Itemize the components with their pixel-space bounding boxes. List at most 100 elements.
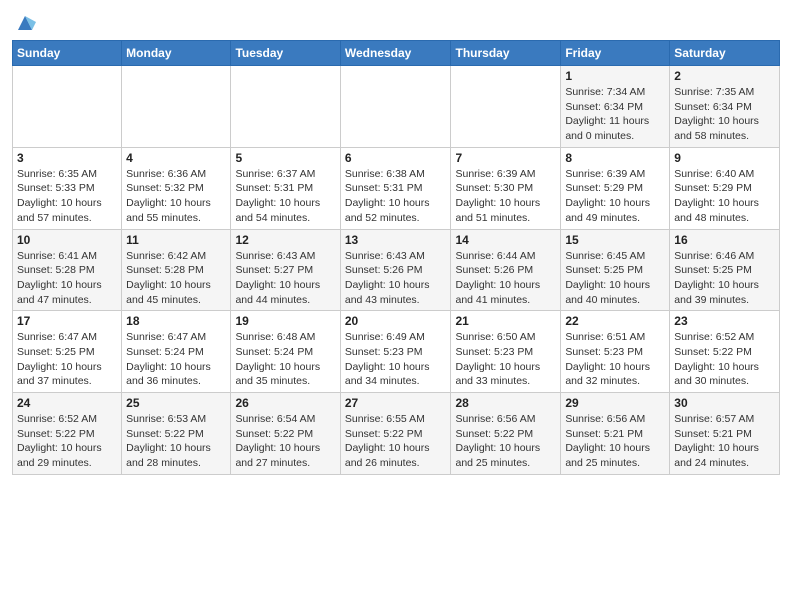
day-number: 11 — [126, 233, 226, 247]
day-number: 1 — [565, 69, 665, 83]
day-info: Sunrise: 6:44 AMSunset: 5:26 PMDaylight:… — [455, 249, 556, 308]
logo — [12, 14, 36, 34]
day-cell: 21 Sunrise: 6:50 AMSunset: 5:23 PMDayligh… — [451, 311, 561, 393]
day-cell: 9 Sunrise: 6:40 AMSunset: 5:29 PMDaylight… — [670, 147, 780, 229]
week-row-4: 24 Sunrise: 6:52 AMSunset: 5:22 PMDayligh… — [13, 393, 780, 475]
day-info: Sunrise: 6:50 AMSunset: 5:23 PMDaylight:… — [455, 330, 556, 389]
day-number: 24 — [17, 396, 117, 410]
day-cell: 18 Sunrise: 6:47 AMSunset: 5:24 PMDayligh… — [122, 311, 231, 393]
week-row-0: 1 Sunrise: 7:34 AMSunset: 6:34 PMDaylight… — [13, 66, 780, 148]
day-header-saturday: Saturday — [670, 41, 780, 66]
day-number: 26 — [235, 396, 335, 410]
day-info: Sunrise: 7:35 AMSunset: 6:34 PMDaylight:… — [674, 85, 775, 144]
day-number: 23 — [674, 314, 775, 328]
day-info: Sunrise: 6:49 AMSunset: 5:23 PMDaylight:… — [345, 330, 447, 389]
day-info: Sunrise: 6:42 AMSunset: 5:28 PMDaylight:… — [126, 249, 226, 308]
day-number: 18 — [126, 314, 226, 328]
day-header-sunday: Sunday — [13, 41, 122, 66]
day-number: 25 — [126, 396, 226, 410]
day-info: Sunrise: 6:47 AMSunset: 5:25 PMDaylight:… — [17, 330, 117, 389]
day-number: 27 — [345, 396, 447, 410]
day-info: Sunrise: 6:52 AMSunset: 5:22 PMDaylight:… — [17, 412, 117, 471]
day-cell: 28Sunrise: 6:56 AMSunset: 5:22 PMDayligh… — [451, 393, 561, 475]
day-info: Sunrise: 6:37 AMSunset: 5:31 PMDaylight:… — [235, 167, 335, 226]
day-number: 10 — [17, 233, 117, 247]
day-number: 15 — [565, 233, 665, 247]
day-cell: 26 Sunrise: 6:54 AMSunset: 5:22 PMDayligh… — [231, 393, 340, 475]
calendar-table: SundayMondayTuesdayWednesdayThursdayFrid… — [12, 40, 780, 475]
day-info: Sunrise: 6:57 AMSunset: 5:21 PMDaylight:… — [674, 412, 775, 471]
day-cell: 14 Sunrise: 6:44 AMSunset: 5:26 PMDayligh… — [451, 229, 561, 311]
day-cell: 17 Sunrise: 6:47 AMSunset: 5:25 PMDayligh… — [13, 311, 122, 393]
day-number: 17 — [17, 314, 117, 328]
day-cell: 29 Sunrise: 6:56 AMSunset: 5:21 PMDayligh… — [561, 393, 670, 475]
day-header-tuesday: Tuesday — [231, 41, 340, 66]
day-header-wednesday: Wednesday — [340, 41, 451, 66]
calendar-header: SundayMondayTuesdayWednesdayThursdayFrid… — [13, 41, 780, 66]
day-cell — [13, 66, 122, 148]
day-cell: 23 Sunrise: 6:52 AMSunset: 5:22 PMDayligh… — [670, 311, 780, 393]
day-header-monday: Monday — [122, 41, 231, 66]
day-cell: 13Sunrise: 6:43 AMSunset: 5:26 PMDayligh… — [340, 229, 451, 311]
day-number: 28 — [455, 396, 556, 410]
day-cell: 7 Sunrise: 6:39 AMSunset: 5:30 PMDaylight… — [451, 147, 561, 229]
day-cell: 5 Sunrise: 6:37 AMSunset: 5:31 PMDaylight… — [231, 147, 340, 229]
day-info: Sunrise: 6:45 AMSunset: 5:25 PMDaylight:… — [565, 249, 665, 308]
day-info: Sunrise: 6:35 AMSunset: 5:33 PMDaylight:… — [17, 167, 117, 226]
day-cell: 15 Sunrise: 6:45 AMSunset: 5:25 PMDayligh… — [561, 229, 670, 311]
day-cell: 12Sunrise: 6:43 AMSunset: 5:27 PMDayligh… — [231, 229, 340, 311]
day-cell: 27Sunrise: 6:55 AMSunset: 5:22 PMDayligh… — [340, 393, 451, 475]
day-cell: 20 Sunrise: 6:49 AMSunset: 5:23 PMDayligh… — [340, 311, 451, 393]
day-number: 3 — [17, 151, 117, 165]
day-number: 22 — [565, 314, 665, 328]
day-cell: 3 Sunrise: 6:35 AMSunset: 5:33 PMDaylight… — [13, 147, 122, 229]
day-info: Sunrise: 6:56 AMSunset: 5:21 PMDaylight:… — [565, 412, 665, 471]
day-number: 6 — [345, 151, 447, 165]
day-cell: 19Sunrise: 6:48 AMSunset: 5:24 PMDayligh… — [231, 311, 340, 393]
day-number: 14 — [455, 233, 556, 247]
day-info: Sunrise: 7:34 AMSunset: 6:34 PMDaylight:… — [565, 85, 665, 144]
day-number: 30 — [674, 396, 775, 410]
day-header-thursday: Thursday — [451, 41, 561, 66]
day-cell — [451, 66, 561, 148]
day-number: 16 — [674, 233, 775, 247]
day-info: Sunrise: 6:39 AMSunset: 5:30 PMDaylight:… — [455, 167, 556, 226]
day-number: 4 — [126, 151, 226, 165]
day-info: Sunrise: 6:47 AMSunset: 5:24 PMDaylight:… — [126, 330, 226, 389]
day-number: 20 — [345, 314, 447, 328]
day-number: 29 — [565, 396, 665, 410]
day-cell — [231, 66, 340, 148]
day-cell: 22Sunrise: 6:51 AMSunset: 5:23 PMDayligh… — [561, 311, 670, 393]
day-number: 12 — [235, 233, 335, 247]
day-info: Sunrise: 6:52 AMSunset: 5:22 PMDaylight:… — [674, 330, 775, 389]
day-cell: 25 Sunrise: 6:53 AMSunset: 5:22 PMDayligh… — [122, 393, 231, 475]
day-cell: 4Sunrise: 6:36 AMSunset: 5:32 PMDaylight… — [122, 147, 231, 229]
day-info: Sunrise: 6:43 AMSunset: 5:26 PMDaylight:… — [345, 249, 447, 308]
logo-icon — [14, 12, 36, 34]
day-info: Sunrise: 6:40 AMSunset: 5:29 PMDaylight:… — [674, 167, 775, 226]
day-cell — [340, 66, 451, 148]
week-row-2: 10Sunrise: 6:41 AMSunset: 5:28 PMDayligh… — [13, 229, 780, 311]
day-number: 9 — [674, 151, 775, 165]
day-info: Sunrise: 6:54 AMSunset: 5:22 PMDaylight:… — [235, 412, 335, 471]
day-header-friday: Friday — [561, 41, 670, 66]
week-row-3: 17 Sunrise: 6:47 AMSunset: 5:25 PMDayligh… — [13, 311, 780, 393]
day-number: 5 — [235, 151, 335, 165]
header — [12, 10, 780, 34]
day-cell: 16 Sunrise: 6:46 AMSunset: 5:25 PMDayligh… — [670, 229, 780, 311]
day-info: Sunrise: 6:46 AMSunset: 5:25 PMDaylight:… — [674, 249, 775, 308]
day-cell: 10Sunrise: 6:41 AMSunset: 5:28 PMDayligh… — [13, 229, 122, 311]
day-info: Sunrise: 6:38 AMSunset: 5:31 PMDaylight:… — [345, 167, 447, 226]
day-cell: 6 Sunrise: 6:38 AMSunset: 5:31 PMDaylight… — [340, 147, 451, 229]
week-row-1: 3 Sunrise: 6:35 AMSunset: 5:33 PMDaylight… — [13, 147, 780, 229]
day-info: Sunrise: 6:53 AMSunset: 5:22 PMDaylight:… — [126, 412, 226, 471]
day-number: 7 — [455, 151, 556, 165]
page-container: SundayMondayTuesdayWednesdayThursdayFrid… — [0, 0, 792, 485]
day-number: 19 — [235, 314, 335, 328]
day-number: 21 — [455, 314, 556, 328]
day-cell: 1 Sunrise: 7:34 AMSunset: 6:34 PMDaylight… — [561, 66, 670, 148]
day-cell: 30 Sunrise: 6:57 AMSunset: 5:21 PMDayligh… — [670, 393, 780, 475]
day-cell: 2Sunrise: 7:35 AMSunset: 6:34 PMDaylight… — [670, 66, 780, 148]
header-row: SundayMondayTuesdayWednesdayThursdayFrid… — [13, 41, 780, 66]
day-cell: 8Sunrise: 6:39 AMSunset: 5:29 PMDaylight… — [561, 147, 670, 229]
